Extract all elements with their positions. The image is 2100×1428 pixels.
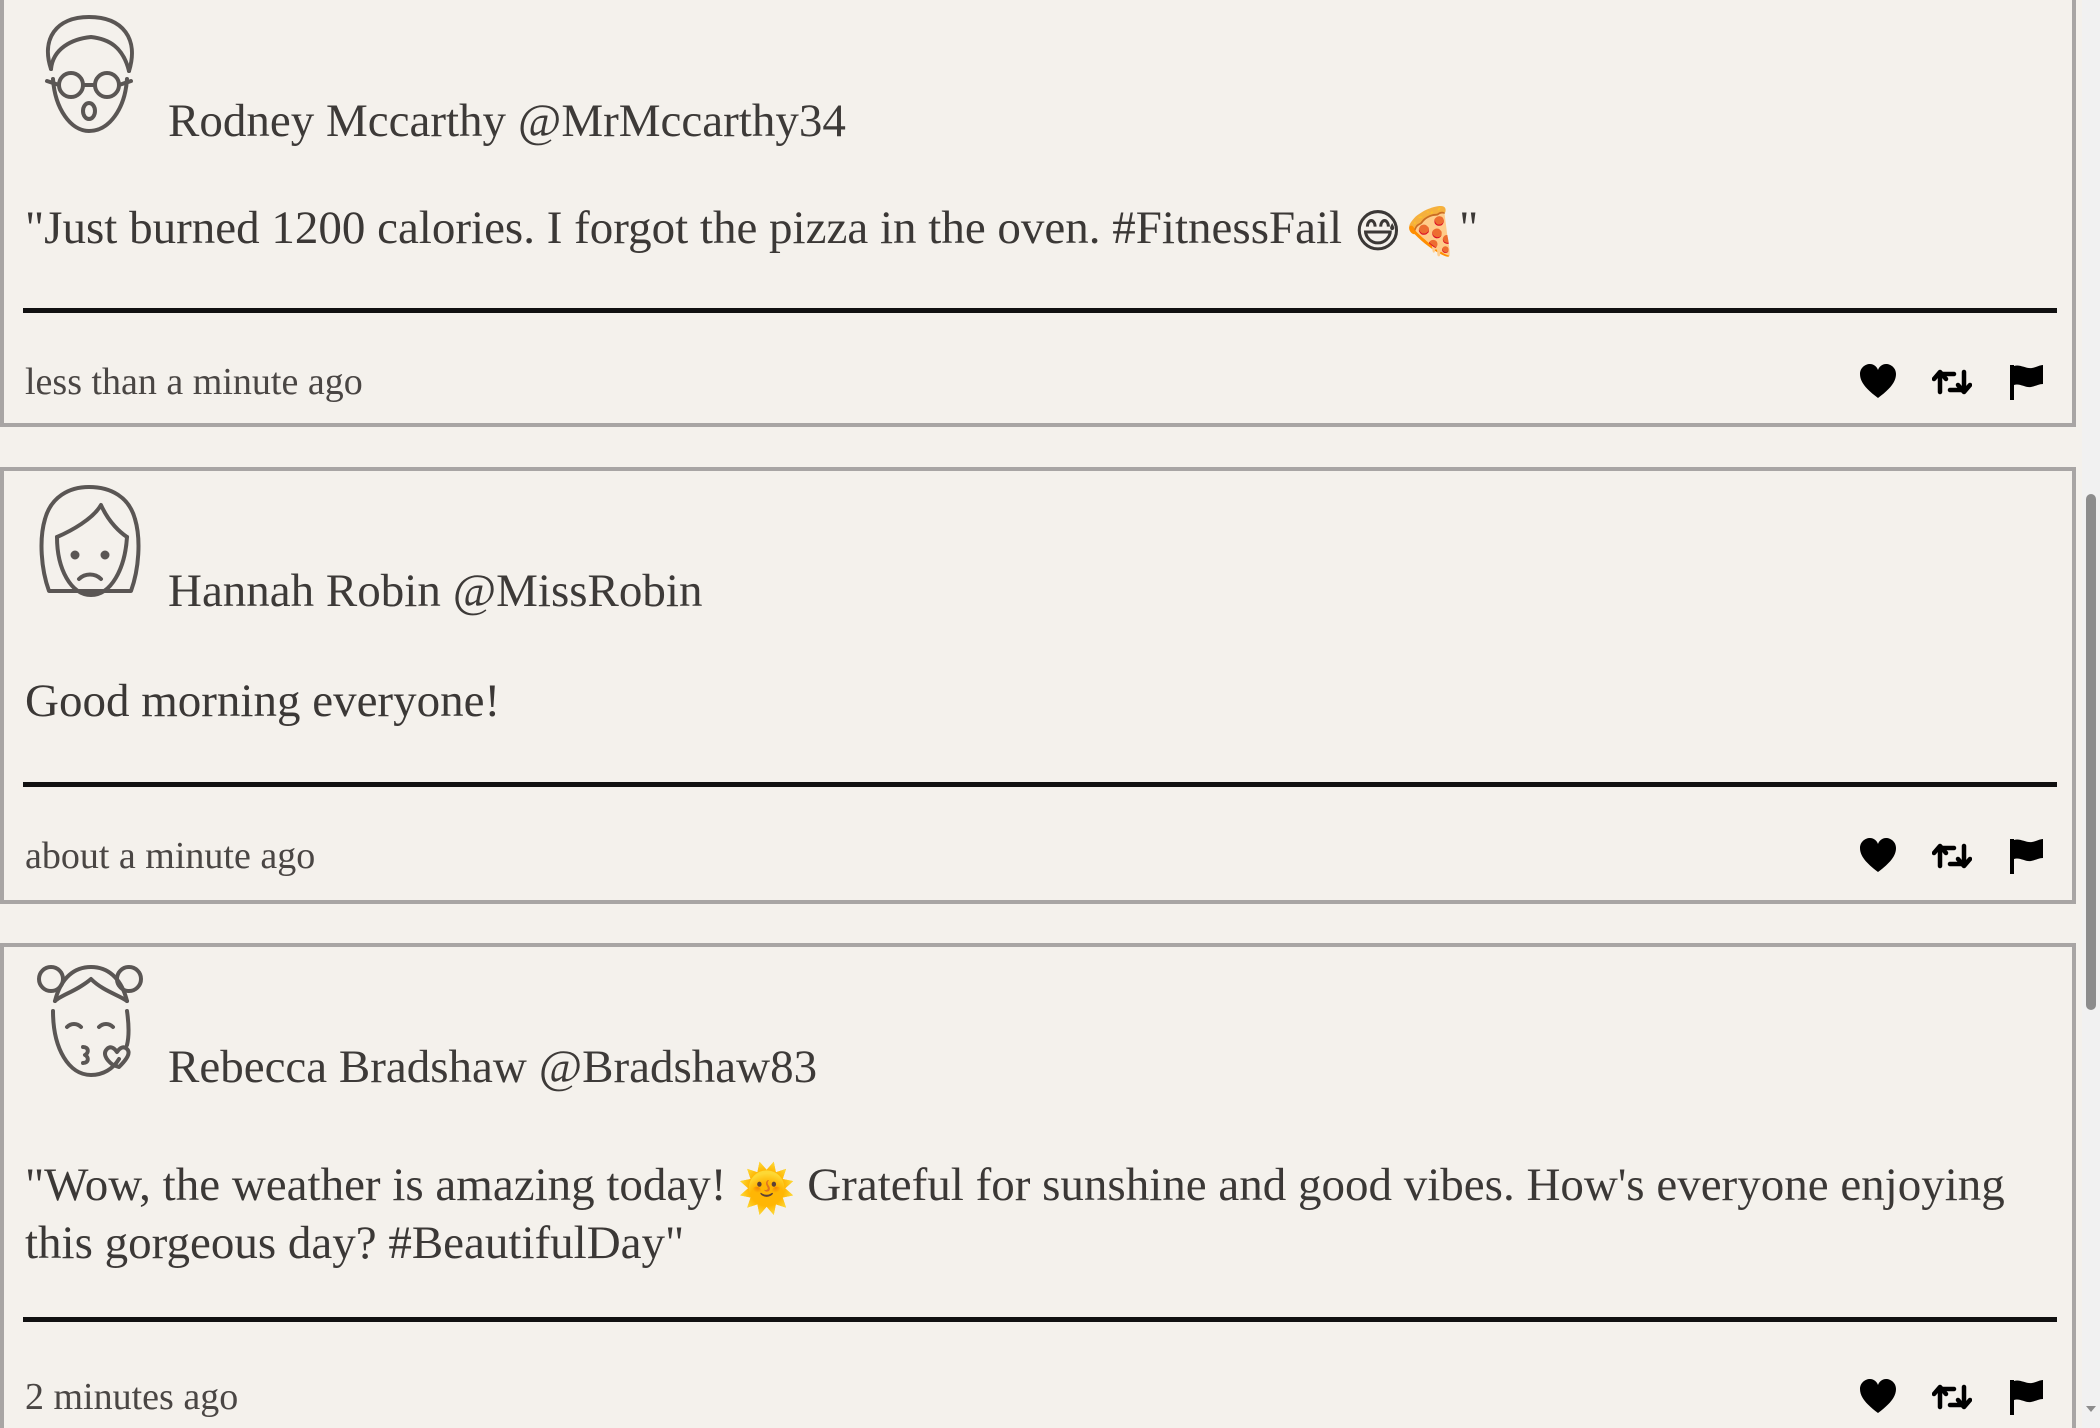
user-name[interactable]: Rebecca Bradshaw xyxy=(168,1041,527,1093)
tweet-text: "Just burned 1200 calories. I forgot the… xyxy=(25,201,2065,259)
tweet-footer: about a minute ago xyxy=(25,831,2046,881)
retweet-icon[interactable] xyxy=(1932,836,1972,876)
tweet-text: "Wow, the weather is amazing today! 🌞 Gr… xyxy=(25,1158,2065,1271)
flag-icon[interactable] xyxy=(2006,362,2046,402)
heart-icon[interactable] xyxy=(1858,836,1898,876)
tweet-header: Rebecca Bradshaw @Bradshaw83 xyxy=(31,961,817,1091)
user-name[interactable]: Hannah Robin xyxy=(168,565,441,617)
flag-icon[interactable] xyxy=(2006,1377,2046,1417)
flag-icon[interactable] xyxy=(2006,836,2046,876)
tweet-footer: 2 minutes ago xyxy=(25,1372,2046,1422)
user-name[interactable]: Rodney Mccarthy xyxy=(168,95,506,147)
user-handle[interactable]: @MrMccarthy34 xyxy=(518,95,846,147)
divider xyxy=(23,308,2057,313)
man-glasses-avatar-icon[interactable] xyxy=(31,9,148,139)
tweet-header: Hannah Robin @MissRobin xyxy=(31,485,702,615)
tweet-actions xyxy=(1858,1377,2046,1417)
vertical-scrollbar[interactable] xyxy=(2082,0,2100,1428)
tweet-feed: Rodney Mccarthy @MrMccarthy34 "Just burne… xyxy=(0,0,2082,1428)
tweet-user: Hannah Robin @MissRobin xyxy=(168,568,702,615)
retweet-icon[interactable] xyxy=(1932,362,1972,402)
scrollbar-thumb[interactable] xyxy=(2086,494,2096,1010)
girl-kiss-avatar-icon[interactable] xyxy=(31,955,148,1085)
heart-icon[interactable] xyxy=(1858,1377,1898,1417)
tweet-card: Hannah Robin @MissRobin Good morning ever… xyxy=(0,467,2076,904)
divider xyxy=(23,1317,2057,1322)
timestamp: 2 minutes ago xyxy=(25,1376,239,1418)
tweet-actions xyxy=(1858,362,2046,402)
retweet-icon[interactable] xyxy=(1932,1377,1972,1417)
woman-sad-avatar-icon[interactable] xyxy=(31,479,148,609)
tweet-text: Good morning everyone! xyxy=(25,675,501,727)
user-handle[interactable]: @Bradshaw83 xyxy=(539,1041,817,1093)
pizza-emoji: 🍕 xyxy=(1401,204,1460,258)
timestamp: less than a minute ago xyxy=(25,361,363,403)
tweet-user: Rodney Mccarthy @MrMccarthy34 xyxy=(168,98,846,145)
grinning-sweat-emoji: 😅 xyxy=(1353,204,1402,258)
divider xyxy=(23,782,2057,787)
tweet-actions xyxy=(1858,836,2046,876)
sun-emoji: 🌞 xyxy=(738,1161,796,1215)
scroll-down-arrow-icon[interactable] xyxy=(2086,1406,2096,1412)
timestamp: about a minute ago xyxy=(25,835,316,877)
tweet-card: Rodney Mccarthy @MrMccarthy34 "Just burne… xyxy=(0,0,2076,427)
heart-icon[interactable] xyxy=(1858,362,1898,402)
user-handle[interactable]: @MissRobin xyxy=(453,565,703,617)
tweet-footer: less than a minute ago xyxy=(25,357,2046,407)
tweet-header: Rodney Mccarthy @MrMccarthy34 xyxy=(31,15,846,145)
tweet-card: Rebecca Bradshaw @Bradshaw83 "Wow, the we… xyxy=(0,943,2076,1428)
tweet-user: Rebecca Bradshaw @Bradshaw83 xyxy=(168,1044,817,1091)
tweet-text-part: "Just burned 1200 calories. I forgot the… xyxy=(25,202,1354,254)
tweet-text-part: " xyxy=(1459,202,1479,254)
tweet-text-part: "Wow, the weather is amazing today! xyxy=(25,1159,739,1211)
